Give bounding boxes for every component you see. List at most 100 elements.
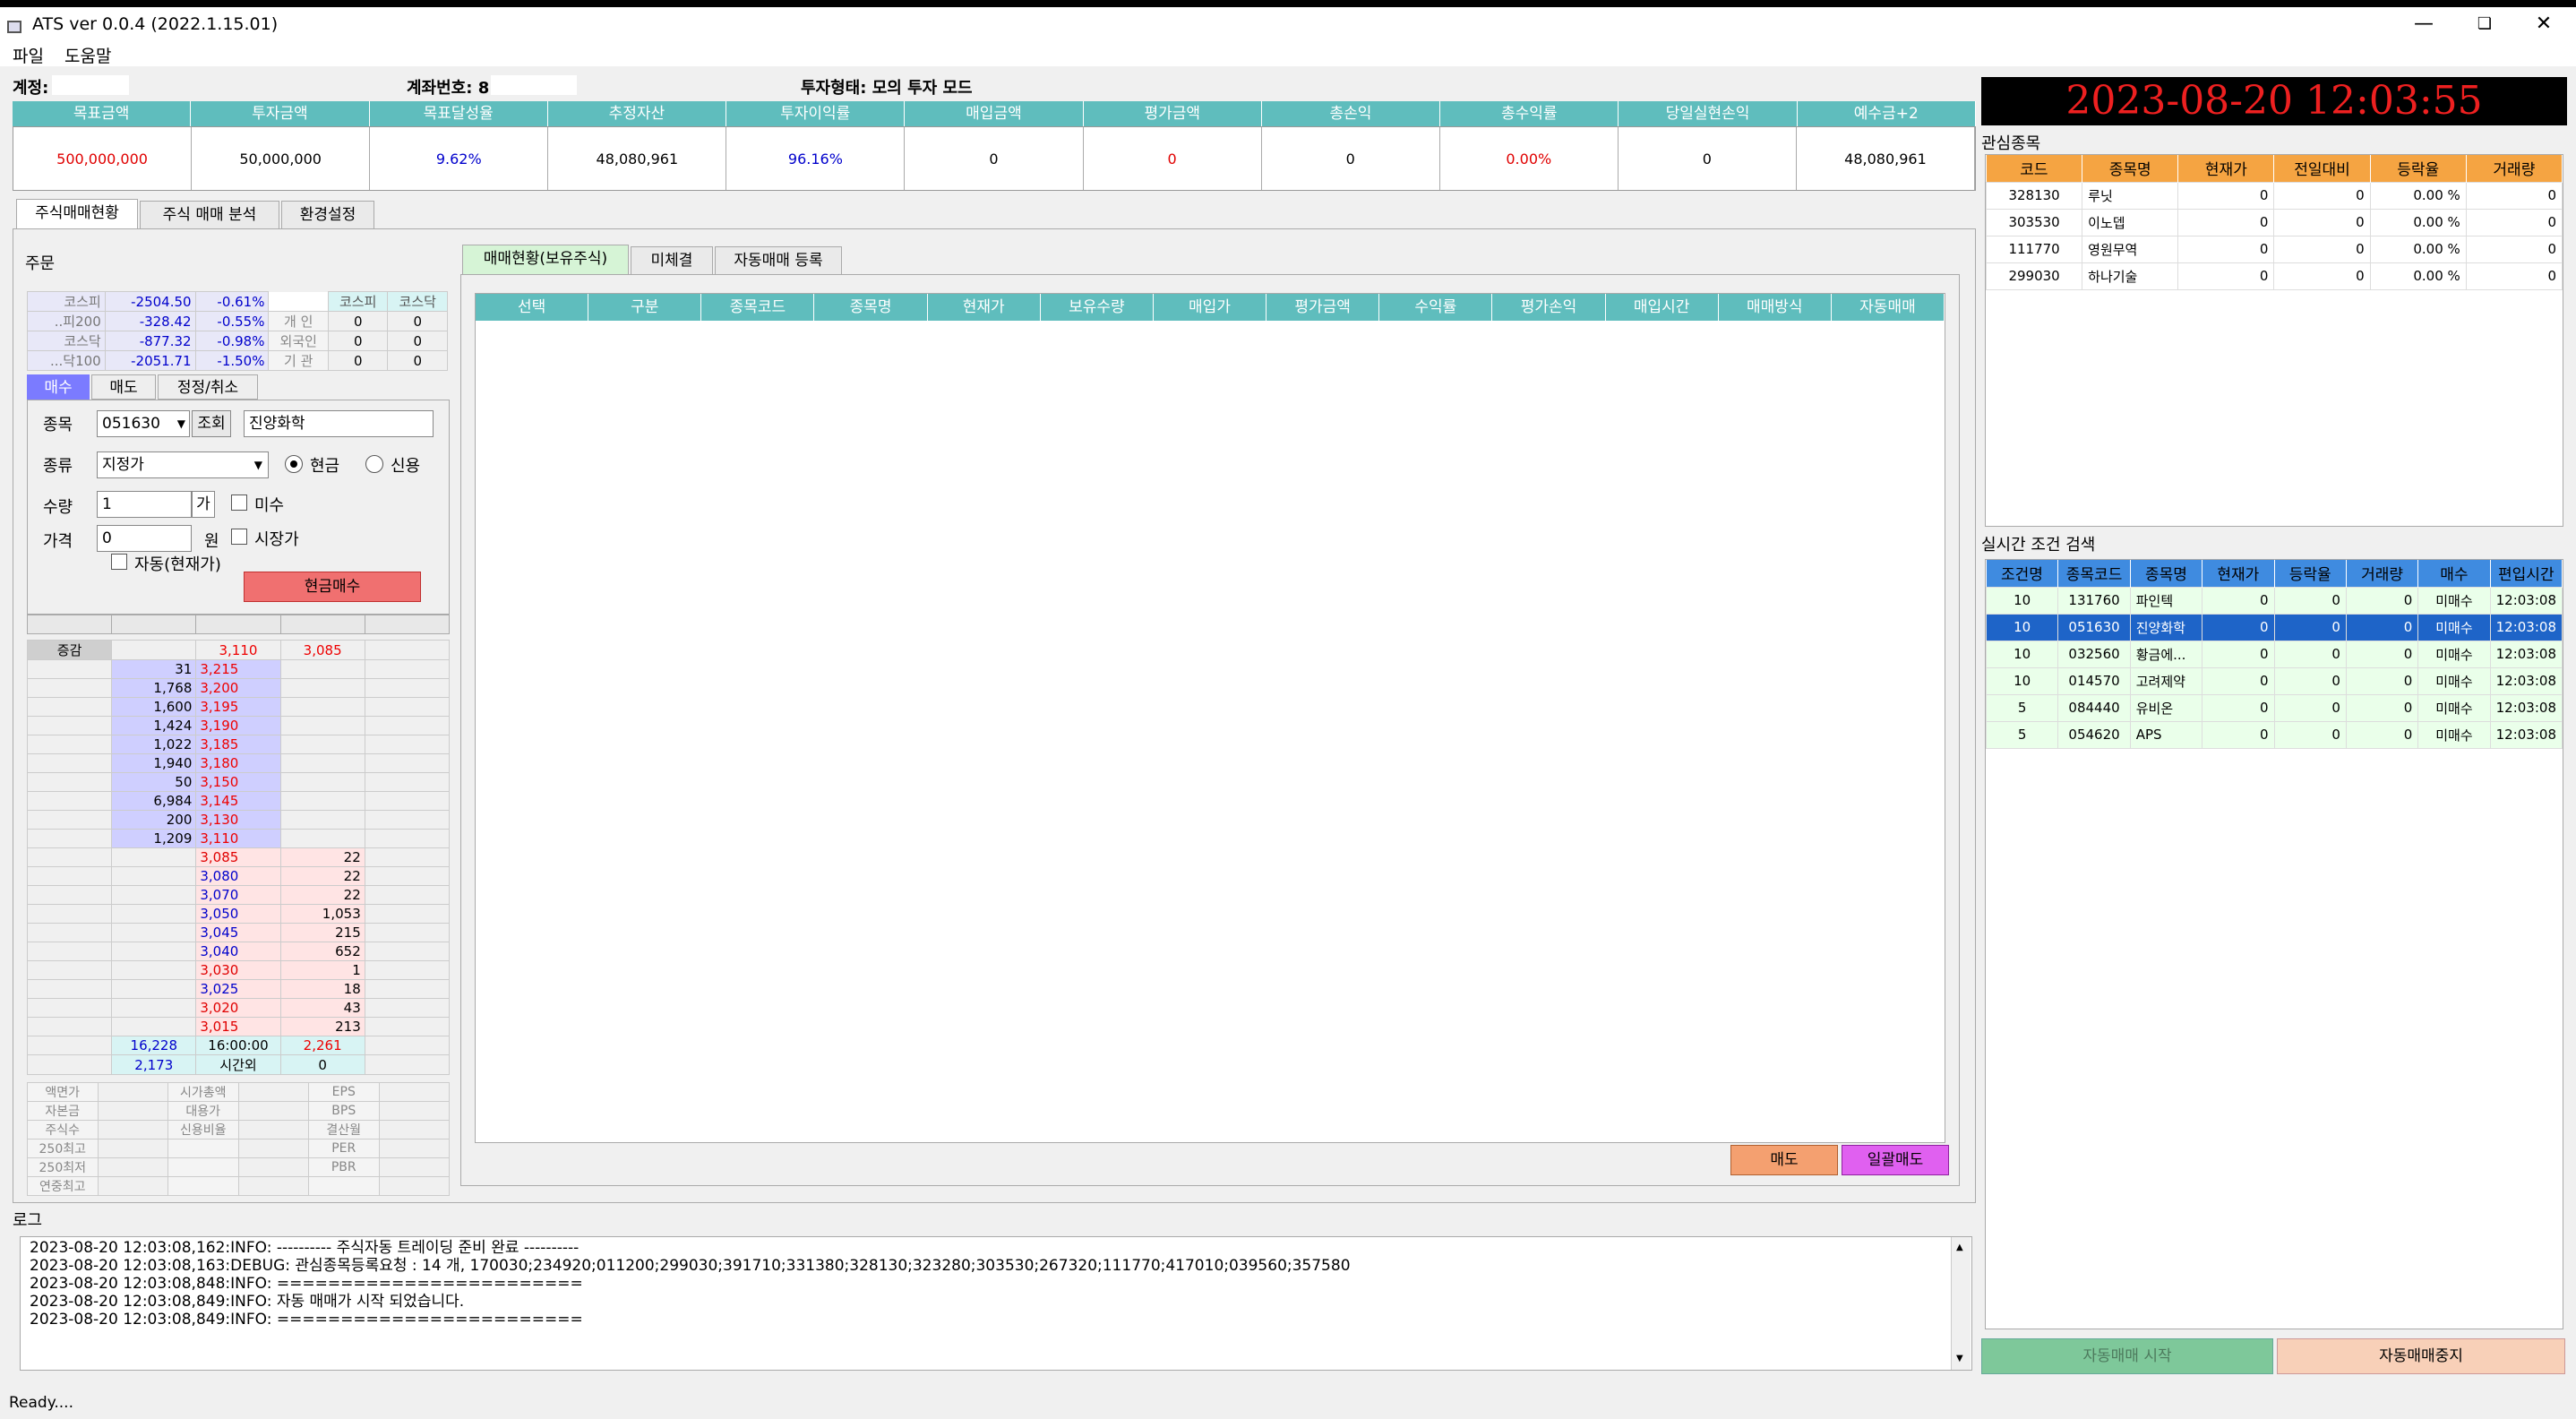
tab-settings[interactable]: 환경설정: [281, 201, 374, 229]
log-area[interactable]: 2023-08-20 12:03:08,162:INFO: ----------…: [20, 1236, 1972, 1371]
log-scrollbar[interactable]: ▲ ▼: [1951, 1237, 1971, 1370]
watchlist-row[interactable]: 299030 하나기술 0 0 0.00 % 0: [1985, 262, 2563, 290]
condition-column-header[interactable]: 편입시간: [2490, 560, 2563, 587]
index-value: -877.32: [104, 331, 196, 351]
watchlist-row[interactable]: 111770 영원무역 0 0 0.00 % 0: [1985, 235, 2563, 263]
bid-qty: 22: [279, 847, 365, 867]
tab-buy[interactable]: 매수: [27, 374, 90, 400]
orderbook-cell: [111, 923, 197, 942]
holdings-column-header[interactable]: 보유수량: [1041, 294, 1154, 321]
orderbook-row: 1,022 3,185: [26, 735, 451, 754]
tab-holdings[interactable]: 매매현황(보유주식): [462, 245, 629, 275]
sell-button[interactable]: 매도: [1730, 1145, 1838, 1175]
holdings-column-header[interactable]: 매매방식: [1719, 294, 1832, 321]
close-icon[interactable]: ✕: [2526, 13, 2562, 35]
tab-modify-cancel[interactable]: 정정/취소: [158, 374, 258, 400]
bid-qty: 1: [279, 960, 365, 980]
watchlist-column-header[interactable]: 전일대비: [2273, 155, 2371, 182]
holdings-column-header[interactable]: 현재가: [928, 294, 1041, 321]
holdings-column-header[interactable]: 자동매매: [1832, 294, 1945, 321]
stock-code-combo[interactable]: 051630 ▼: [97, 410, 190, 437]
scroll-down-icon[interactable]: ▼: [1956, 1354, 1963, 1363]
scroll-up-icon[interactable]: ▲: [1956, 1243, 1963, 1252]
condition-cell: 진양화학: [2129, 613, 2203, 641]
condition-column-header[interactable]: 조건명: [1986, 560, 2059, 587]
stock-info-cell: [237, 1176, 309, 1196]
quantity-input[interactable]: 1: [97, 491, 192, 518]
condition-column-header[interactable]: 종목명: [2130, 560, 2203, 587]
orderbook-cell: [279, 753, 365, 773]
index-name: 코스닥: [27, 331, 106, 351]
holdings-column-header[interactable]: 평가손익: [1492, 294, 1606, 321]
condition-column-header[interactable]: 등락율: [2274, 560, 2347, 587]
holdings-column-header[interactable]: 수익률: [1379, 294, 1493, 321]
holdings-column-header[interactable]: 종목명: [814, 294, 928, 321]
condition-column-header[interactable]: 종목코드: [2057, 560, 2131, 587]
log-line: 2023-08-20 12:03:08,848:INFO: ==========…: [30, 1275, 583, 1293]
condition-row[interactable]: 10 131760 파인텍 0 0 0 미매수 12:03:08: [1985, 586, 2563, 615]
bid-price: 3,080: [195, 866, 281, 886]
tab-auto-register[interactable]: 자동매매 등록: [715, 246, 842, 275]
stock-info-cell: 시가총액: [167, 1082, 239, 1102]
holdings-column-header[interactable]: 구분: [588, 294, 702, 321]
condition-cell: 미매수: [2417, 613, 2491, 641]
watchlist-row[interactable]: 303530 이노뎁 0 0 0.00 % 0: [1985, 208, 2563, 236]
tab-sell[interactable]: 매도: [91, 374, 156, 400]
condition-row[interactable]: 10 032560 황금에... 0 0 0 미매수 12:03:08: [1985, 640, 2563, 668]
sell-all-button[interactable]: 일괄매도: [1842, 1145, 1949, 1175]
menu-help[interactable]: 도움말: [64, 43, 111, 67]
chevron-down-icon: ▼: [176, 417, 185, 430]
tab-unfilled[interactable]: 미체결: [631, 246, 713, 275]
condition-row[interactable]: 5 084440 유비온 0 0 0 미매수 12:03:08: [1985, 693, 2563, 722]
holdings-column-header[interactable]: 매입시간: [1606, 294, 1719, 321]
log-line: 2023-08-20 12:03:08,162:INFO: ----------…: [30, 1239, 580, 1257]
watchlist-column-header[interactable]: 등락율: [2370, 155, 2467, 182]
unfilled-checkbox[interactable]: [231, 494, 247, 511]
orderbook-cell: [111, 847, 197, 867]
holdings-column-header[interactable]: 매입가: [1154, 294, 1267, 321]
watchlist-cell: 루닛: [2082, 181, 2179, 210]
orderbook-cell: [26, 753, 113, 773]
cash-buy-button[interactable]: 현금매수: [244, 572, 421, 602]
auto-price-checkbox[interactable]: [111, 554, 127, 570]
orderbook-cell: [279, 678, 365, 698]
market-price-checkbox[interactable]: [231, 529, 247, 545]
investor-head-kospi: 코스피: [327, 291, 389, 312]
holdings-column-header[interactable]: 평가금액: [1267, 294, 1380, 321]
condition-row[interactable]: 5 054620 APS 0 0 0 미매수 12:03:08: [1985, 720, 2563, 749]
cash-radio[interactable]: [285, 455, 303, 473]
holdings-column-header[interactable]: 종목코드: [701, 294, 815, 321]
menu-file[interactable]: 파일: [13, 43, 44, 67]
minimize-icon[interactable]: —: [2406, 13, 2442, 35]
condition-cell: 12:03:08: [2489, 586, 2563, 615]
watchlist-column-header[interactable]: 코드: [1986, 155, 2083, 182]
price-input[interactable]: 0: [97, 525, 192, 552]
auto-trade-stop-button[interactable]: 자동매매중지: [2277, 1338, 2565, 1374]
orderbook-cell: [364, 640, 451, 660]
condition-column-header[interactable]: 거래량: [2346, 560, 2419, 587]
condition-column-header[interactable]: 매수: [2417, 560, 2491, 587]
tab-trading-status[interactable]: 주식매매현황: [16, 199, 138, 229]
auto-trade-start-button[interactable]: 자동매매 시작: [1981, 1338, 2273, 1374]
credit-radio[interactable]: [365, 455, 383, 473]
watchlist-row[interactable]: 328130 루닛 0 0 0.00 % 0: [1985, 181, 2563, 210]
order-kind-value: 지정가: [102, 456, 144, 474]
stock-name-field[interactable]: 진양화학: [244, 410, 434, 437]
orderbook-row: 3,045 215: [26, 923, 451, 942]
holdings-column-header[interactable]: 선택: [476, 294, 589, 321]
lookup-button[interactable]: 조회: [192, 410, 231, 437]
condition-row[interactable]: 10 051630 진양화학 0 0 0 미매수 12:03:08: [1985, 613, 2563, 641]
condition-row[interactable]: 10 014570 고려제약 0 0 0 미매수 12:03:08: [1985, 666, 2563, 695]
window-title: ATS ver 0.0.4 (2022.1.15.01): [32, 14, 279, 34]
orderbook-row: 3,085 22: [26, 847, 451, 867]
watchlist-column-header[interactable]: 현재가: [2177, 155, 2275, 182]
order-kind-combo[interactable]: 지정가 ▼: [97, 452, 269, 478]
watchlist-column-header[interactable]: 거래량: [2466, 155, 2563, 182]
orderbook-row: 3,020 43: [26, 998, 451, 1018]
restore-icon[interactable]: ❏: [2467, 14, 2503, 33]
watchlist-column-header[interactable]: 종목명: [2082, 155, 2179, 182]
condition-column-header[interactable]: 현재가: [2202, 560, 2275, 587]
tab-trading-analysis[interactable]: 주식 매매 분석: [140, 201, 279, 229]
condition-cell: 미매수: [2417, 586, 2491, 615]
summary-header-cell: 투자이익률: [726, 101, 906, 126]
